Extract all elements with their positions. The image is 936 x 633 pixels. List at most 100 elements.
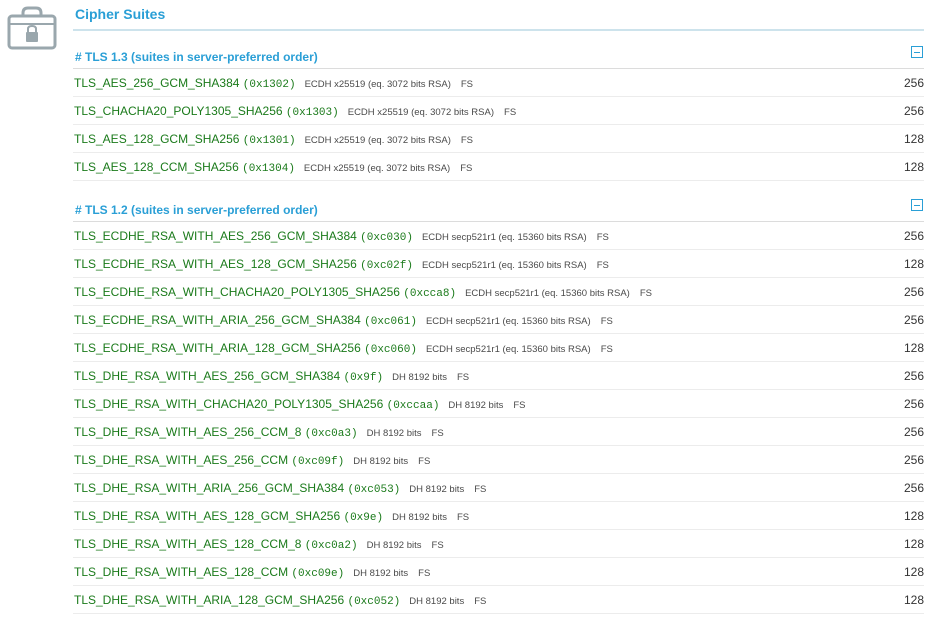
key-strength-bits: 128 bbox=[903, 341, 924, 355]
forward-secrecy-flag: FS bbox=[600, 344, 613, 355]
suite-name-group: TLS_AES_128_CCM_SHA256 (0x1304) ECDH x255… bbox=[74, 160, 472, 175]
tls12-group: # TLS 1.2 (suites in server-preferred or… bbox=[73, 191, 924, 614]
cipher-suite-row: TLS_DHE_RSA_WITH_ARIA_256_GCM_SHA384 (0x… bbox=[73, 474, 924, 502]
suite-name-group: TLS_ECDHE_RSA_WITH_AES_256_GCM_SHA384 (0… bbox=[74, 229, 609, 244]
suite-name-group: TLS_ECDHE_RSA_WITH_CHACHA20_POLY1305_SHA… bbox=[74, 285, 652, 300]
key-exchange: ECDH secp521r1 (eq. 15360 bits RSA) bbox=[421, 260, 587, 271]
key-strength-bits: 256 bbox=[903, 453, 924, 467]
suite-code: (0x9e) bbox=[343, 512, 384, 524]
forward-secrecy-flag: FS bbox=[600, 316, 613, 327]
cipher-suite-row: TLS_DHE_RSA_WITH_AES_128_CCM (0xc09e) DH … bbox=[73, 558, 924, 586]
key-strength-bits: 256 bbox=[903, 397, 924, 411]
group-title: # TLS 1.3 (suites in server-preferred or… bbox=[75, 50, 318, 64]
forward-secrecy-flag: FS bbox=[418, 568, 431, 579]
suite-name-group: TLS_AES_256_GCM_SHA384 (0x1302) ECDH x255… bbox=[74, 76, 473, 91]
tls13-group: # TLS 1.3 (suites in server-preferred or… bbox=[73, 38, 924, 181]
suite-name-group: TLS_ECDHE_RSA_WITH_AES_128_GCM_SHA256 (0… bbox=[74, 257, 609, 272]
suite-name-group: TLS_DHE_RSA_WITH_ARIA_128_GCM_SHA256 (0x… bbox=[74, 593, 486, 608]
suite-code: (0x1304) bbox=[242, 163, 295, 175]
suite-name: TLS_ECDHE_RSA_WITH_ARIA_128_GCM_SHA256 bbox=[74, 341, 361, 355]
suite-code: (0xc060) bbox=[364, 344, 417, 356]
key-strength-bits: 128 bbox=[903, 257, 924, 271]
collapse-icon[interactable] bbox=[911, 46, 923, 58]
cipher-suite-row: TLS_DHE_RSA_WITH_AES_256_CCM_8 (0xc0a3) D… bbox=[73, 418, 924, 446]
forward-secrecy-flag: FS bbox=[460, 79, 474, 90]
key-strength-bits: 128 bbox=[903, 160, 924, 174]
cipher-suite-row: TLS_ECDHE_RSA_WITH_ARIA_128_GCM_SHA256 (… bbox=[73, 334, 924, 362]
key-strength-bits: 128 bbox=[903, 537, 924, 551]
key-strength-bits: 256 bbox=[903, 425, 924, 439]
forward-secrecy-flag: FS bbox=[418, 456, 431, 467]
forward-secrecy-flag: FS bbox=[431, 540, 444, 551]
cipher-suite-row: TLS_ECDHE_RSA_WITH_AES_256_GCM_SHA384 (0… bbox=[73, 222, 924, 250]
key-exchange: ECDH x25519 (eq. 3072 bits RSA) bbox=[304, 135, 451, 146]
suite-name: TLS_ECDHE_RSA_WITH_ARIA_256_GCM_SHA384 bbox=[74, 313, 361, 327]
forward-secrecy-flag: FS bbox=[474, 484, 487, 495]
key-exchange: DH 8192 bits bbox=[409, 484, 465, 495]
suite-name: TLS_DHE_RSA_WITH_AES_128_CCM_8 bbox=[74, 537, 302, 551]
forward-secrecy-flag: FS bbox=[474, 596, 487, 607]
suite-name-group: TLS_DHE_RSA_WITH_AES_256_GCM_SHA384 (0x9… bbox=[74, 369, 469, 384]
cipher-suite-row: TLS_ECDHE_RSA_WITH_ARIA_256_GCM_SHA384 (… bbox=[73, 306, 924, 334]
suite-name: TLS_DHE_RSA_WITH_AES_128_CCM bbox=[74, 565, 289, 579]
suite-code: (0xccaa) bbox=[386, 400, 440, 412]
suite-code: (0xc053) bbox=[347, 484, 401, 496]
suite-name-group: TLS_CHACHA20_POLY1305_SHA256 (0x1303) ECD… bbox=[74, 104, 516, 119]
key-strength-bits: 256 bbox=[903, 313, 924, 327]
cipher-suite-row: TLS_DHE_RSA_WITH_AES_256_CCM (0xc09f) DH … bbox=[73, 446, 924, 474]
key-exchange: DH 8192 bits bbox=[366, 428, 422, 439]
title-divider bbox=[73, 29, 924, 31]
cipher-suite-row: TLS_DHE_RSA_WITH_AES_128_GCM_SHA256 (0x9… bbox=[73, 502, 924, 530]
suite-name: TLS_ECDHE_RSA_WITH_CHACHA20_POLY1305_SHA… bbox=[74, 285, 400, 299]
cipher-suite-row: TLS_ECDHE_RSA_WITH_CHACHA20_POLY1305_SHA… bbox=[73, 278, 924, 306]
key-strength-bits: 256 bbox=[903, 481, 924, 495]
group-title: # TLS 1.2 (suites in server-preferred or… bbox=[75, 203, 318, 217]
suite-name: TLS_AES_256_GCM_SHA384 bbox=[74, 76, 240, 90]
suite-code: (0xc02f) bbox=[360, 260, 413, 272]
cipher-suite-row: TLS_DHE_RSA_WITH_AES_128_CCM_8 (0xc0a2) D… bbox=[73, 530, 924, 558]
key-strength-bits: 128 bbox=[903, 565, 924, 579]
key-strength-bits: 128 bbox=[903, 593, 924, 607]
cipher-suite-row: TLS_AES_128_CCM_SHA256 (0x1304) ECDH x255… bbox=[73, 153, 924, 181]
key-strength-bits: 256 bbox=[903, 76, 924, 90]
forward-secrecy-flag: FS bbox=[431, 428, 444, 439]
suite-code: (0xc0a2) bbox=[304, 540, 358, 552]
collapse-icon[interactable] bbox=[911, 199, 923, 211]
cipher-suite-row: TLS_ECDHE_RSA_WITH_AES_128_GCM_SHA256 (0… bbox=[73, 250, 924, 278]
suite-code: (0xcca8) bbox=[403, 288, 457, 300]
key-exchange: ECDH x25519 (eq. 3072 bits RSA) bbox=[347, 107, 495, 118]
key-exchange: ECDH x25519 (eq. 3072 bits RSA) bbox=[303, 163, 451, 174]
key-exchange: ECDH secp521r1 (eq. 15360 bits RSA) bbox=[425, 344, 591, 355]
suite-name-group: TLS_DHE_RSA_WITH_AES_256_CCM_8 (0xc0a3) D… bbox=[74, 425, 444, 440]
suite-name-group: TLS_DHE_RSA_WITH_AES_128_GCM_SHA256 (0x9… bbox=[74, 509, 469, 524]
key-strength-bits: 256 bbox=[903, 229, 924, 243]
suite-name: TLS_AES_128_GCM_SHA256 bbox=[74, 132, 240, 146]
group-header: # TLS 1.2 (suites in server-preferred or… bbox=[73, 191, 924, 222]
forward-secrecy-flag: FS bbox=[639, 288, 652, 299]
suite-name: TLS_AES_128_CCM_SHA256 bbox=[74, 160, 239, 174]
key-strength-bits: 256 bbox=[903, 369, 924, 383]
suite-name: TLS_DHE_RSA_WITH_CHACHA20_POLY1305_SHA25… bbox=[74, 397, 384, 411]
suite-name-group: TLS_ECDHE_RSA_WITH_ARIA_256_GCM_SHA384 (… bbox=[74, 313, 613, 328]
forward-secrecy-flag: FS bbox=[596, 260, 609, 271]
key-strength-bits: 256 bbox=[903, 285, 924, 299]
suite-code: (0x1302) bbox=[242, 79, 296, 91]
suite-code: (0x1303) bbox=[285, 107, 339, 119]
key-exchange: DH 8192 bits bbox=[392, 372, 447, 383]
forward-secrecy-flag: FS bbox=[596, 232, 609, 243]
suite-name-group: TLS_ECDHE_RSA_WITH_ARIA_128_GCM_SHA256 (… bbox=[74, 341, 613, 356]
suite-code: (0xc09f) bbox=[291, 456, 345, 468]
key-strength-bits: 128 bbox=[903, 509, 924, 523]
forward-secrecy-flag: FS bbox=[457, 512, 470, 523]
section-title: Cipher Suites bbox=[75, 6, 166, 22]
suite-name-group: TLS_DHE_RSA_WITH_AES_256_CCM (0xc09f) DH … bbox=[74, 453, 430, 468]
suite-name: TLS_DHE_RSA_WITH_AES_256_GCM_SHA384 bbox=[74, 369, 341, 383]
lock-icon bbox=[7, 6, 57, 50]
cipher-suite-row: TLS_DHE_RSA_WITH_CHACHA20_POLY1305_SHA25… bbox=[73, 390, 924, 418]
key-exchange: ECDH secp521r1 (eq. 15360 bits RSA) bbox=[425, 316, 591, 327]
key-exchange: DH 8192 bits bbox=[392, 512, 447, 523]
key-strength-bits: 256 bbox=[903, 104, 924, 118]
suite-code: (0x9f) bbox=[343, 372, 384, 384]
cipher-suite-row: TLS_DHE_RSA_WITH_AES_256_GCM_SHA384 (0x9… bbox=[73, 362, 924, 390]
key-exchange: ECDH secp521r1 (eq. 15360 bits RSA) bbox=[465, 288, 630, 299]
